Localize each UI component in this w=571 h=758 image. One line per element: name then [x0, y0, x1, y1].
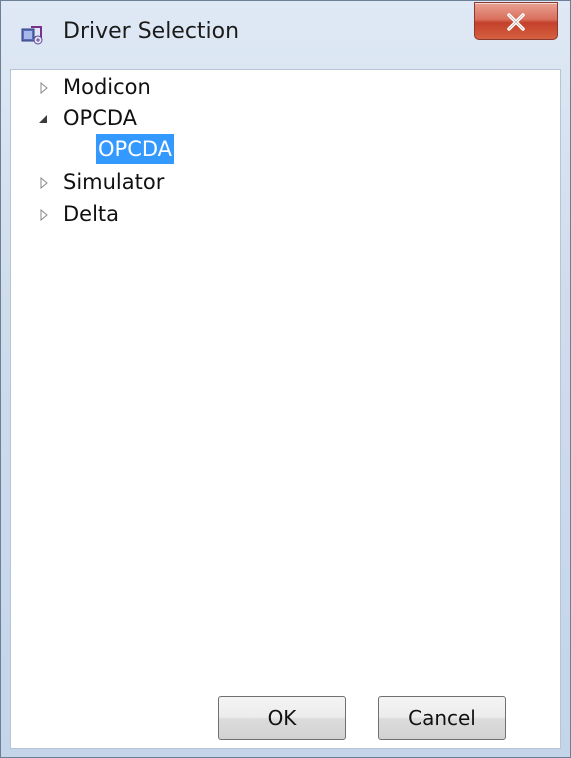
collapsed-arrow-icon[interactable] [39, 207, 49, 222]
tree-item-label: Simulator [63, 170, 165, 194]
tree-item-delta[interactable]: Delta [11, 199, 551, 229]
tree-item-label: OPCDA [96, 134, 175, 164]
collapsed-arrow-icon[interactable] [39, 80, 49, 95]
tree-item-opcda-child[interactable]: OPCDA [11, 134, 551, 164]
cancel-button[interactable]: Cancel [378, 696, 506, 740]
tree-item-label: Modicon [63, 75, 151, 99]
collapsed-arrow-icon[interactable] [39, 175, 49, 190]
tree-item-simulator[interactable]: Simulator [11, 167, 551, 197]
driver-selection-dialog: Driver Selection Modicon OPCDA OPCDA Sim… [0, 0, 571, 758]
tree-item-label: Delta [63, 202, 120, 226]
driver-tree-panel: Modicon OPCDA OPCDA Simulator Delta OK C… [10, 69, 561, 749]
close-button[interactable] [474, 2, 558, 40]
close-icon [507, 13, 525, 31]
expanded-arrow-icon[interactable] [38, 111, 48, 125]
ok-button[interactable]: OK [218, 696, 346, 740]
tree-item-modicon[interactable]: Modicon [11, 72, 551, 102]
driver-app-icon [21, 23, 43, 45]
tree-item-opcda[interactable]: OPCDA [11, 103, 551, 133]
title-bar[interactable]: Driver Selection [1, 1, 570, 69]
window-title: Driver Selection [63, 19, 240, 44]
tree-item-label: OPCDA [63, 106, 138, 130]
